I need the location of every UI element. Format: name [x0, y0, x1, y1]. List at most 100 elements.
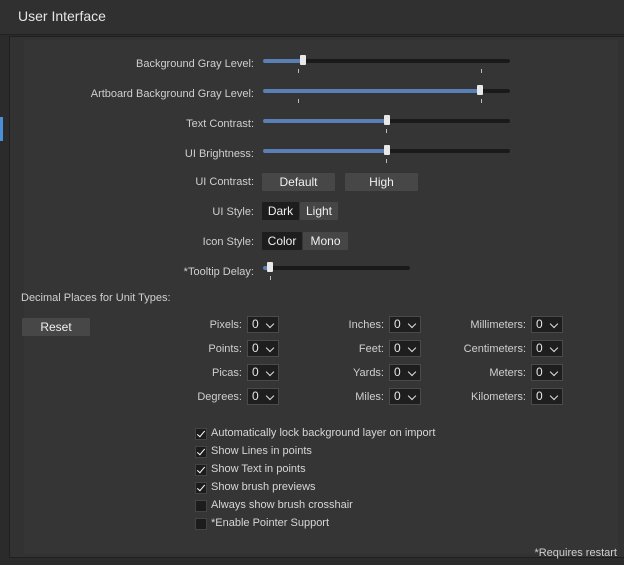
chevron-down-icon — [265, 343, 275, 353]
yards-label: Yards: — [353, 367, 384, 379]
points-dropdown[interactable]: 0 — [247, 340, 279, 357]
text-contrast-label: Text Contrast: — [186, 118, 254, 130]
dropdown-value: 0 — [536, 365, 543, 379]
checkbox[interactable] — [195, 518, 207, 530]
tooltip-delay-slider[interactable] — [263, 262, 410, 272]
icon-style-label: Icon Style: — [202, 236, 254, 248]
slider-tick — [481, 69, 482, 73]
ui-brightness-label: UI Brightness: — [184, 148, 254, 160]
background-gray-label: Background Gray Level: — [135, 58, 254, 70]
reset-button[interactable]: Reset — [22, 318, 90, 336]
slider-tick — [270, 276, 271, 280]
millimeters-dropdown[interactable]: 0 — [531, 316, 563, 333]
dropdown-value: 0 — [252, 365, 259, 379]
pixels-dropdown[interactable]: 0 — [247, 316, 279, 333]
ui-contrast-default-button[interactable]: Default — [262, 173, 335, 191]
degrees-label: Degrees: — [197, 391, 242, 403]
window-title: User Interface — [18, 8, 106, 24]
meters-label: Meters: — [489, 367, 526, 379]
icon-style-mono-button[interactable]: Mono — [303, 232, 348, 250]
inches-label: Inches: — [348, 319, 384, 331]
dropdown-value: 0 — [394, 389, 401, 403]
dropdown-value: 0 — [252, 389, 259, 403]
pixels-label: Pixels: — [209, 319, 242, 331]
sidebar-selection-indicator — [0, 117, 3, 141]
checkbox[interactable] — [195, 428, 207, 440]
slider-fill — [263, 89, 480, 93]
feet-label: Feet: — [358, 343, 384, 355]
picas-label: Picas: — [212, 367, 242, 379]
checkbox[interactable] — [195, 464, 207, 476]
ui-style-label: UI Style: — [212, 206, 254, 218]
slider-thumb[interactable] — [267, 262, 273, 272]
background-gray-slider[interactable] — [263, 55, 510, 65]
meters-dropdown[interactable]: 0 — [531, 364, 563, 381]
checkbox-label: Show Lines in points — [211, 445, 312, 457]
points-label: Points: — [208, 343, 242, 355]
centimeters-label: Centimeters: — [463, 343, 526, 355]
decimal-places-title: Decimal Places for Unit Types: — [21, 292, 171, 304]
slider-tick — [386, 159, 387, 163]
dropdown-value: 0 — [252, 317, 259, 331]
chevron-down-icon — [407, 367, 417, 377]
chevron-down-icon — [265, 391, 275, 401]
ui-style-light-button[interactable]: Light — [300, 202, 338, 220]
kilometers-dropdown[interactable]: 0 — [531, 388, 563, 405]
miles-label: Miles: — [355, 391, 384, 403]
picas-dropdown[interactable]: 0 — [247, 364, 279, 381]
degrees-dropdown[interactable]: 0 — [247, 388, 279, 405]
artboard-gray-label: Artboard Background Gray Level: — [90, 88, 254, 100]
slider-tick — [298, 99, 299, 103]
slider-tick — [298, 69, 299, 73]
slider-tick — [481, 99, 482, 103]
feet-dropdown[interactable]: 0 — [389, 340, 421, 357]
dropdown-value: 0 — [394, 365, 401, 379]
dropdown-value: 0 — [252, 341, 259, 355]
dropdown-value: 0 — [536, 317, 543, 331]
ui-style-dark-button[interactable]: Dark — [262, 202, 299, 220]
centimeters-dropdown[interactable]: 0 — [531, 340, 563, 357]
chevron-down-icon — [549, 343, 559, 353]
slider-thumb[interactable] — [300, 55, 306, 65]
slider-thumb[interactable] — [384, 115, 390, 125]
chevron-down-icon — [265, 367, 275, 377]
checkbox-label: Show brush previews — [211, 481, 316, 493]
icon-style-color-button[interactable]: Color — [262, 232, 302, 250]
checkbox-label: Show Text in points — [211, 463, 306, 475]
chevron-down-icon — [265, 319, 275, 329]
millimeters-label: Millimeters: — [470, 319, 526, 331]
ui-brightness-slider[interactable] — [263, 145, 510, 155]
checkbox[interactable] — [195, 482, 207, 494]
slider-thumb[interactable] — [384, 145, 390, 155]
slider-tick — [386, 129, 387, 133]
slider-thumb[interactable] — [477, 85, 483, 95]
checkbox-label: *Enable Pointer Support — [211, 517, 330, 529]
dropdown-value: 0 — [394, 341, 401, 355]
checkbox[interactable] — [195, 500, 207, 512]
tooltip-delay-label: *Tooltip Delay: — [183, 266, 254, 278]
chevron-down-icon — [549, 319, 559, 329]
inches-dropdown[interactable]: 0 — [389, 316, 421, 333]
yards-dropdown[interactable]: 0 — [389, 364, 421, 381]
checkbox[interactable] — [195, 446, 207, 458]
miles-dropdown[interactable]: 0 — [389, 388, 421, 405]
kilometers-label: Kilometers: — [470, 391, 526, 403]
text-contrast-slider[interactable] — [263, 115, 510, 125]
chevron-down-icon — [549, 367, 559, 377]
requires-restart-note: *Requires restart — [534, 547, 617, 559]
slider-fill — [263, 119, 387, 123]
dropdown-value: 0 — [536, 341, 543, 355]
ui-contrast-label: UI Contrast: — [195, 176, 254, 188]
title-bar: User Interface — [0, 0, 624, 35]
chevron-down-icon — [407, 319, 417, 329]
ui-contrast-high-button[interactable]: High — [345, 173, 418, 191]
slider-fill — [263, 149, 387, 153]
chevron-down-icon — [407, 343, 417, 353]
chevron-down-icon — [407, 391, 417, 401]
artboard-gray-slider[interactable] — [263, 85, 510, 95]
dropdown-value: 0 — [394, 317, 401, 331]
checkbox-label: Automatically lock background layer on i… — [211, 427, 436, 439]
chevron-down-icon — [549, 391, 559, 401]
checkbox-label: Always show brush crosshair — [211, 499, 353, 511]
slider-fill — [263, 59, 303, 63]
